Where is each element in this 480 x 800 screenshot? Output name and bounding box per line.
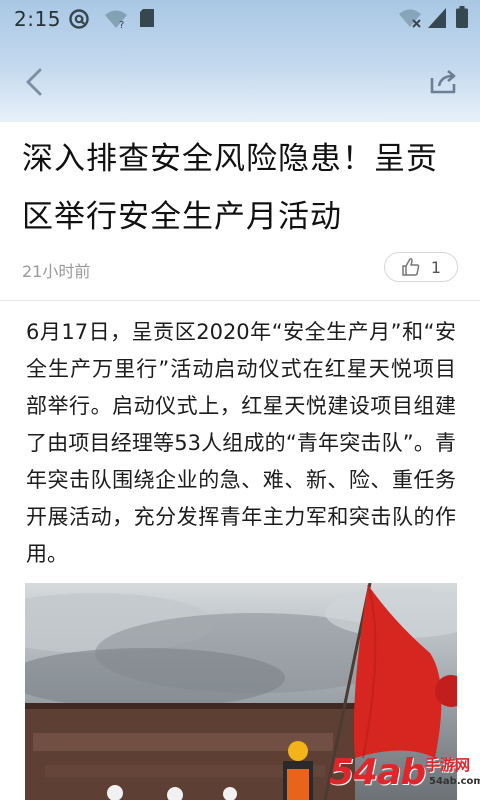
article-body: 6月17日，呈贡区2020年“安全生产月”和“安全生产万里行”活动启动仪式在红星… bbox=[26, 320, 456, 566]
share-button[interactable] bbox=[426, 64, 462, 100]
svg-text:?: ? bbox=[119, 20, 124, 29]
divider bbox=[0, 300, 480, 301]
thumbs-up-icon bbox=[402, 258, 420, 276]
like-button[interactable]: 1 bbox=[384, 252, 458, 282]
status-bar: 2:15 ? bbox=[0, 0, 480, 36]
back-arrow-icon bbox=[26, 68, 42, 96]
share-icon bbox=[430, 70, 456, 94]
watermark-domain: 54ab.com.cn bbox=[429, 776, 480, 787]
cell-signal-icon bbox=[428, 8, 446, 28]
nav-bar bbox=[0, 52, 480, 108]
at-sign-icon bbox=[69, 9, 89, 29]
wifi-icon bbox=[399, 9, 421, 28]
site-watermark: 54ab 手游网 54ab.com.cn bbox=[329, 752, 480, 798]
article-title: 深入排查安全风险隐患！呈贡区举行安全生产月活动 bbox=[22, 141, 438, 235]
wifi-question-icon: ? bbox=[105, 10, 127, 29]
sd-card-icon bbox=[140, 9, 154, 27]
publish-time: 21小时前 bbox=[22, 262, 91, 281]
watermark-logo: 54ab bbox=[329, 752, 426, 793]
status-time: 2:15 bbox=[14, 7, 61, 31]
back-button[interactable] bbox=[18, 64, 54, 100]
like-count: 1 bbox=[430, 257, 442, 277]
article-header: 深入排查安全风险隐患！呈贡区举行安全生产月活动 21小时前 1 bbox=[0, 122, 480, 300]
battery-icon bbox=[456, 6, 468, 28]
watermark-site: 手游网 bbox=[425, 756, 471, 774]
